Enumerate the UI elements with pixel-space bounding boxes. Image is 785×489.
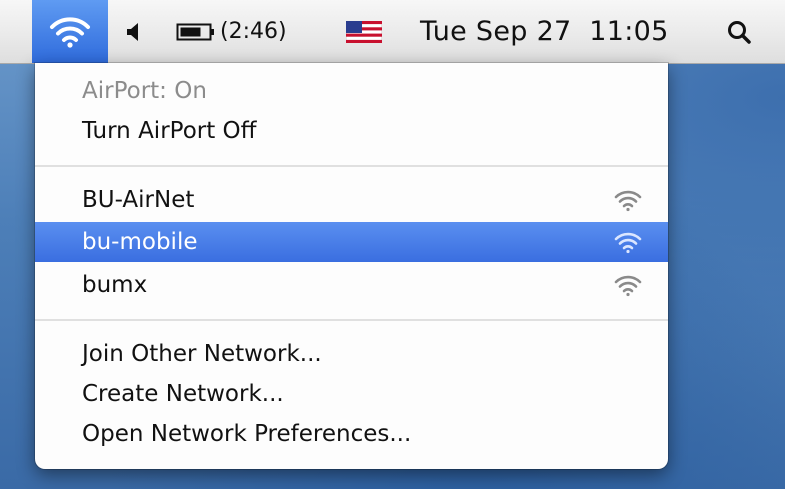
network-item-bumx[interactable]: bumx xyxy=(35,265,668,305)
input-menu-button[interactable] xyxy=(346,0,382,63)
menu-separator xyxy=(35,319,668,321)
join-other-network-item[interactable]: Join Other Network... xyxy=(35,334,668,374)
volume-menu-button[interactable] xyxy=(122,0,144,63)
create-network-item[interactable]: Create Network... xyxy=(35,374,668,414)
speaker-icon xyxy=(127,22,138,41)
open-network-preferences-item[interactable]: Open Network Preferences... xyxy=(35,414,668,454)
clock[interactable]: Tue Sep 27 11:05 xyxy=(420,0,669,63)
network-name: BU-AirNet xyxy=(82,187,195,213)
turn-airport-off-item[interactable]: Turn AirPort Off xyxy=(35,111,668,151)
network-name: bumx xyxy=(82,272,148,298)
menu-separator xyxy=(35,165,668,167)
airport-dropdown-menu: AirPort: On Turn AirPort Off BU-AirNet b… xyxy=(35,63,668,469)
menu-bar: (2:46) Tue Sep 27 11:05 xyxy=(0,0,785,64)
network-name: bu-mobile xyxy=(82,229,198,255)
search-icon xyxy=(728,20,751,44)
network-item-bu-mobile[interactable]: bu-mobile xyxy=(35,222,668,262)
network-item-bu-airnet[interactable]: BU-AirNet xyxy=(35,180,668,220)
airport-menu-button[interactable] xyxy=(32,0,108,63)
us-flag-icon xyxy=(346,20,382,43)
wifi-signal-icon xyxy=(614,275,642,297)
battery-icon xyxy=(176,23,214,40)
battery-time: (2:46) xyxy=(220,19,287,44)
airport-status: AirPort: On xyxy=(82,78,207,104)
wifi-signal-icon xyxy=(614,190,642,212)
wifi-signal-icon xyxy=(614,232,642,254)
wifi-icon xyxy=(50,16,90,48)
spotlight-button[interactable] xyxy=(724,0,754,63)
battery-menu-button[interactable]: (2:46) xyxy=(176,0,287,63)
